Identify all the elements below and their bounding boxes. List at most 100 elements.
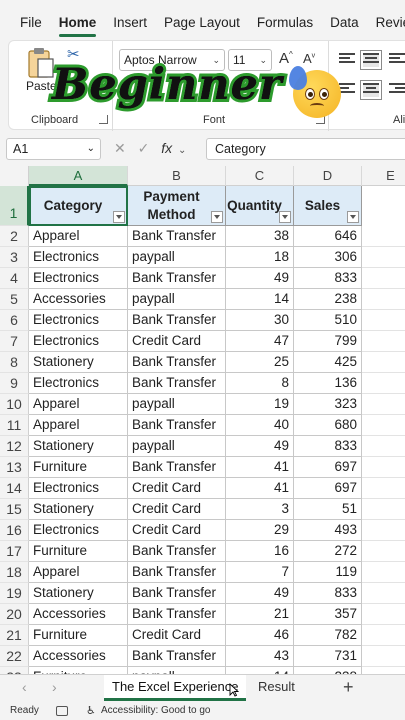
table-cell[interactable]: 3 — [226, 499, 294, 520]
table-cell[interactable]: Stationery — [29, 436, 128, 457]
column-header-a[interactable]: A — [29, 166, 128, 186]
empty-cell[interactable] — [362, 625, 405, 646]
table-cell[interactable]: 697 — [294, 478, 362, 499]
table-cell[interactable]: 493 — [294, 520, 362, 541]
row-header[interactable]: 19 — [0, 583, 29, 604]
table-cell[interactable]: Electronics — [29, 373, 128, 394]
select-all-corner[interactable] — [0, 166, 29, 186]
table-cell[interactable]: paypall — [128, 289, 226, 310]
worksheet-grid[interactable]: ABCDE 1 Category Payment Method Quantity Sal… — [0, 166, 405, 674]
table-cell[interactable]: Bank Transfer — [128, 646, 226, 667]
clipboard-launcher-icon[interactable] — [99, 115, 108, 124]
table-cell[interactable]: Bank Transfer — [128, 268, 226, 289]
row-header[interactable]: 21 — [0, 625, 29, 646]
empty-cell[interactable] — [362, 457, 405, 478]
table-cell[interactable]: 43 — [226, 646, 294, 667]
align-middle-icon[interactable] — [360, 50, 382, 70]
table-cell[interactable]: Electronics — [29, 520, 128, 541]
table-cell[interactable]: 425 — [294, 352, 362, 373]
table-header-cell[interactable]: Quantity — [226, 186, 294, 226]
table-cell[interactable]: 646 — [294, 226, 362, 247]
row-header[interactable]: 15 — [0, 499, 29, 520]
table-cell[interactable]: Stationery — [29, 352, 128, 373]
confirm-icon[interactable]: ✓ — [138, 140, 150, 156]
row-header[interactable]: 9 — [0, 373, 29, 394]
table-cell[interactable]: 41 — [226, 457, 294, 478]
table-cell[interactable]: Furniture — [29, 457, 128, 478]
menu-tab-review[interactable]: Review — [376, 0, 405, 40]
table-header-cell[interactable]: Category — [29, 186, 128, 226]
row-header[interactable]: 4 — [0, 268, 29, 289]
align-left-icon[interactable] — [339, 83, 355, 97]
empty-cell[interactable] — [362, 352, 405, 373]
table-cell[interactable]: 21 — [226, 604, 294, 625]
empty-cell[interactable] — [362, 520, 405, 541]
table-cell[interactable]: 510 — [294, 310, 362, 331]
table-cell[interactable]: 782 — [294, 625, 362, 646]
row-header[interactable]: 16 — [0, 520, 29, 541]
menu-tab-page-layout[interactable]: Page Layout — [164, 0, 240, 40]
table-cell[interactable]: 16 — [226, 541, 294, 562]
table-cell[interactable]: 51 — [294, 499, 362, 520]
table-cell[interactable]: Furniture — [29, 541, 128, 562]
table-cell[interactable]: 323 — [294, 394, 362, 415]
empty-cell[interactable] — [362, 289, 405, 310]
empty-cell[interactable] — [362, 646, 405, 667]
table-cell[interactable]: 7 — [226, 562, 294, 583]
filter-dropdown-icon[interactable] — [113, 211, 125, 223]
cancel-icon[interactable]: ✕ — [114, 140, 126, 156]
empty-cell[interactable] — [362, 562, 405, 583]
table-cell[interactable]: 49 — [226, 436, 294, 457]
row-header[interactable]: 23 — [0, 667, 29, 674]
table-cell[interactable]: Accessories — [29, 604, 128, 625]
table-cell[interactable]: Credit Card — [128, 478, 226, 499]
align-right-icon[interactable] — [389, 83, 405, 97]
table-cell[interactable]: Accessories — [29, 289, 128, 310]
table-cell[interactable]: Bank Transfer — [128, 457, 226, 478]
table-header-cell[interactable]: Payment Method — [128, 186, 226, 226]
row-header[interactable]: 20 — [0, 604, 29, 625]
empty-cell[interactable] — [362, 394, 405, 415]
menu-tab-file[interactable]: File — [20, 0, 42, 40]
table-cell[interactable]: Bank Transfer — [128, 604, 226, 625]
sheet-tab-result[interactable]: Result — [250, 675, 303, 701]
table-cell[interactable]: Apparel — [29, 562, 128, 583]
table-cell[interactable]: Stationery — [29, 583, 128, 604]
table-cell[interactable]: Furniture — [29, 625, 128, 646]
table-cell[interactable]: Credit Card — [128, 331, 226, 352]
table-cell[interactable]: Stationery — [29, 499, 128, 520]
table-cell[interactable]: 833 — [294, 583, 362, 604]
table-cell[interactable]: Bank Transfer — [128, 583, 226, 604]
row-header[interactable]: 8 — [0, 352, 29, 373]
table-cell[interactable]: 833 — [294, 268, 362, 289]
table-cell[interactable]: 14 — [226, 289, 294, 310]
table-cell[interactable]: Bank Transfer — [128, 226, 226, 247]
menu-tab-formulas[interactable]: Formulas — [257, 0, 313, 40]
table-cell[interactable]: Electronics — [29, 478, 128, 499]
empty-cell[interactable] — [362, 667, 405, 674]
table-cell[interactable]: 680 — [294, 415, 362, 436]
table-cell[interactable]: 357 — [294, 604, 362, 625]
table-cell[interactable]: Bank Transfer — [128, 373, 226, 394]
align-center-icon[interactable] — [360, 80, 382, 100]
filter-dropdown-icon[interactable] — [347, 211, 359, 223]
table-cell[interactable]: 19 — [226, 394, 294, 415]
menu-tab-data[interactable]: Data — [330, 0, 359, 40]
table-cell[interactable]: 306 — [294, 247, 362, 268]
table-cell[interactable]: 8 — [226, 373, 294, 394]
table-cell[interactable]: 41 — [226, 478, 294, 499]
table-cell[interactable]: 29 — [226, 520, 294, 541]
table-cell[interactable]: Bank Transfer — [128, 562, 226, 583]
add-sheet-button[interactable]: + — [343, 675, 354, 699]
empty-cell[interactable] — [362, 436, 405, 457]
empty-cell[interactable] — [362, 268, 405, 289]
row-header[interactable]: 18 — [0, 562, 29, 583]
table-cell[interactable]: Credit Card — [128, 520, 226, 541]
table-cell[interactable]: Electronics — [29, 310, 128, 331]
table-cell[interactable]: Furniture — [29, 667, 128, 674]
table-cell[interactable]: 238 — [294, 289, 362, 310]
insert-function-icon[interactable]: fx — [161, 140, 172, 156]
empty-cell[interactable] — [362, 583, 405, 604]
row-header[interactable]: 10 — [0, 394, 29, 415]
table-cell[interactable]: 697 — [294, 457, 362, 478]
